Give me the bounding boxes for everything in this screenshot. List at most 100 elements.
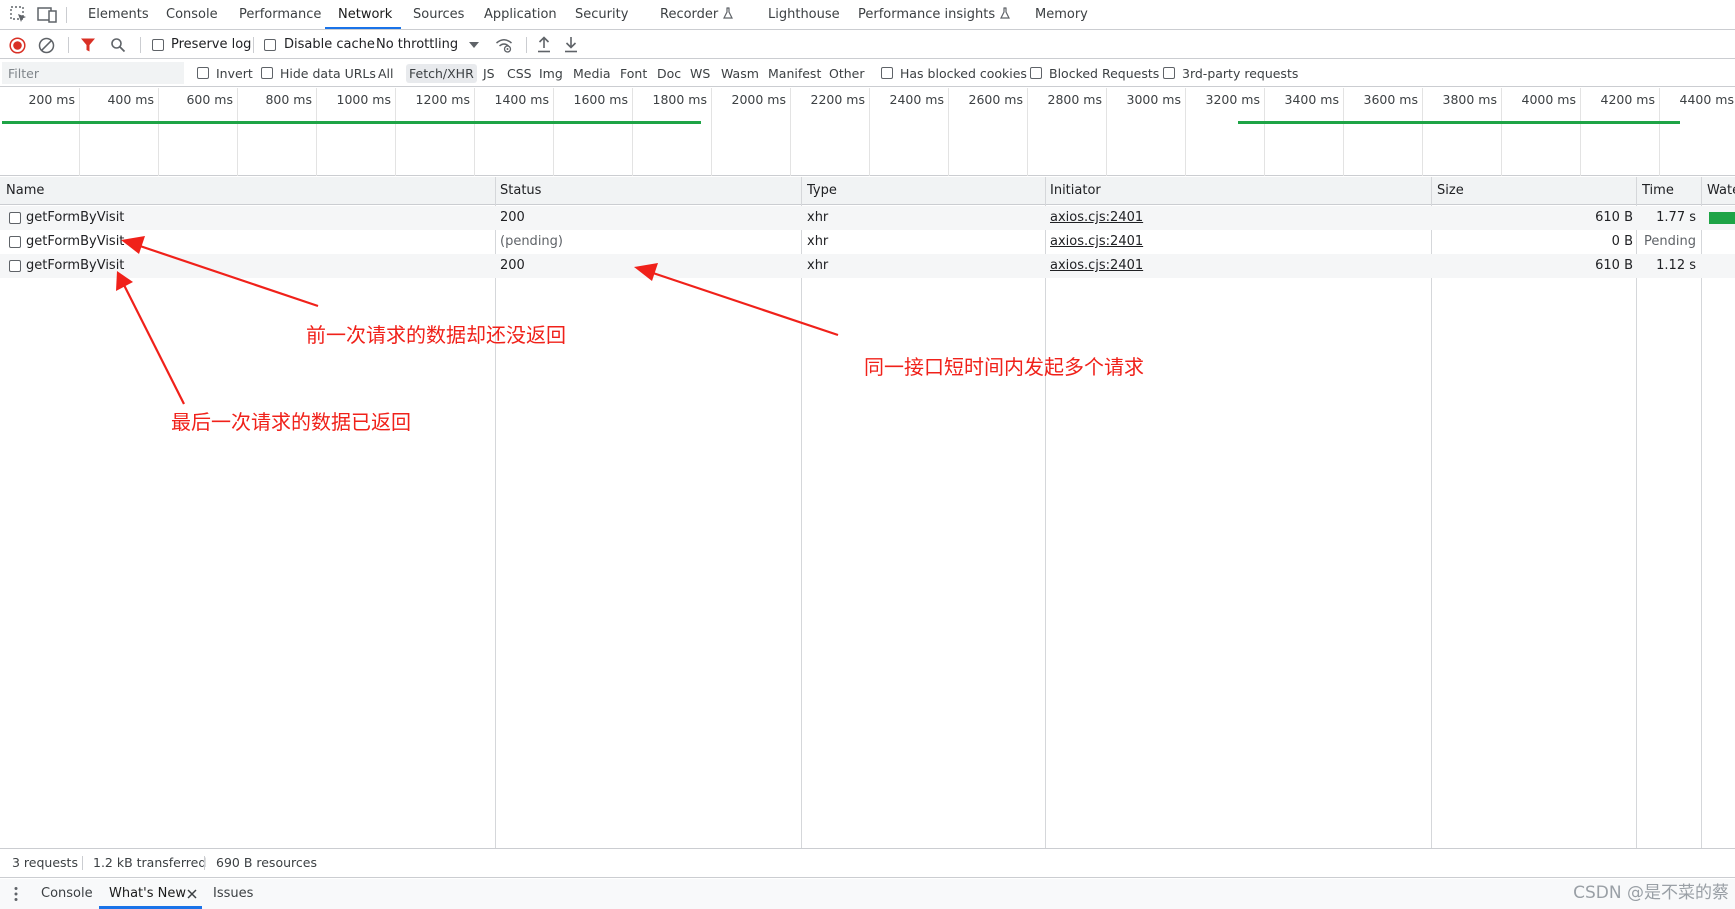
- column-header-name[interactable]: Name: [6, 177, 486, 205]
- row-checkbox[interactable]: [9, 236, 21, 248]
- filter-type-media[interactable]: Media: [570, 64, 614, 83]
- filter-type-all[interactable]: All: [375, 64, 397, 83]
- inspect-element-icon[interactable]: [8, 4, 30, 26]
- cell-size: 0 B: [1611, 234, 1633, 249]
- has-blocked-cookies-label: Has blocked cookies: [900, 66, 1027, 81]
- throttling-select[interactable]: No throttling: [376, 37, 458, 52]
- column-header-status[interactable]: Status: [500, 177, 790, 205]
- network-toolbar: Preserve log Disable cache No throttling: [0, 31, 1735, 59]
- column-header-size[interactable]: Size: [1437, 177, 1627, 205]
- more-options-icon[interactable]: [13, 886, 19, 902]
- network-conditions-icon[interactable]: [495, 36, 513, 54]
- cell-time: 1.77 s: [1656, 210, 1696, 225]
- cell-type: xhr: [807, 234, 829, 249]
- filter-type-wasm[interactable]: Wasm: [718, 64, 762, 83]
- tab-network[interactable]: Network: [338, 0, 392, 30]
- separator: [526, 37, 527, 53]
- cell-status: 200: [500, 258, 525, 273]
- timeline-overview[interactable]: 200 ms 400 ms 600 ms 800 ms 1000 ms 1200 ms 14…: [0, 88, 1735, 176]
- tab-sources[interactable]: Sources: [413, 0, 464, 30]
- table-row[interactable]: getFormByVisit (pending) xhr axios.cjs:2…: [0, 230, 1735, 254]
- timeline-tick-label: 4200 ms: [1600, 92, 1655, 107]
- timeline-tick-label: 400 ms: [107, 92, 154, 107]
- filter-type-ws[interactable]: WS: [687, 64, 713, 83]
- cell-name[interactable]: getFormByVisit: [26, 230, 486, 254]
- column-header-initiator[interactable]: Initiator: [1050, 177, 1420, 205]
- watermark: CSDN @是不菜的蔡: [1573, 883, 1729, 903]
- preserve-log-checkbox[interactable]: [152, 39, 164, 51]
- filter-icon[interactable]: [80, 37, 96, 53]
- tab-application[interactable]: Application: [484, 0, 557, 30]
- drawer-tab-whats-new[interactable]: What's New: [109, 879, 186, 909]
- tab-console[interactable]: Console: [166, 0, 218, 30]
- blocked-requests-label: Blocked Requests: [1049, 66, 1160, 81]
- timeline-tick-label: 1600 ms: [573, 92, 628, 107]
- timeline-tick-label: 1000 ms: [336, 92, 391, 107]
- device-toolbar-icon[interactable]: [36, 4, 58, 26]
- tab-performance-insights[interactable]: Performance insights: [858, 0, 1011, 30]
- column-header-type[interactable]: Type: [807, 177, 1037, 205]
- tab-lighthouse[interactable]: Lighthouse: [768, 0, 840, 30]
- blocked-requests-checkbox[interactable]: [1030, 67, 1042, 79]
- timeline-tick-label: 3400 ms: [1284, 92, 1339, 107]
- import-har-icon[interactable]: [536, 36, 552, 53]
- invert-checkbox[interactable]: [197, 67, 209, 79]
- timeline-tick-label: 2400 ms: [889, 92, 944, 107]
- cell-name[interactable]: getFormByVisit: [26, 206, 486, 230]
- tab-elements[interactable]: Elements: [88, 0, 149, 30]
- tab-security[interactable]: Security: [575, 0, 628, 30]
- filter-type-font[interactable]: Font: [617, 64, 650, 83]
- filter-input[interactable]: [2, 62, 184, 84]
- table-row[interactable]: getFormByVisit 200 xhr axios.cjs:2401 61…: [0, 206, 1735, 230]
- tab-recorder-label: Recorder: [660, 7, 719, 22]
- cell-initiator-link[interactable]: axios.cjs:2401: [1050, 254, 1420, 278]
- filter-type-other[interactable]: Other: [826, 64, 868, 83]
- cell-status: (pending): [500, 234, 563, 249]
- third-party-checkbox[interactable]: [1163, 67, 1175, 79]
- clear-icon[interactable]: [38, 37, 55, 54]
- requests-table: Name Status Type Initiator Size Time Wat…: [0, 177, 1735, 848]
- timeline-tick-label: 1400 ms: [494, 92, 549, 107]
- column-header-time[interactable]: Time: [1642, 177, 1697, 205]
- filter-type-fetch-xhr[interactable]: Fetch/XHR: [406, 64, 477, 83]
- cell-initiator-link[interactable]: axios.cjs:2401: [1050, 230, 1420, 254]
- cell-initiator-link[interactable]: axios.cjs:2401: [1050, 206, 1420, 230]
- table-row[interactable]: getFormByVisit 200 xhr axios.cjs:2401 61…: [0, 254, 1735, 278]
- timeline-tick-label: 1200 ms: [415, 92, 470, 107]
- filter-type-img[interactable]: Img: [536, 64, 566, 83]
- cell-type: xhr: [807, 210, 829, 225]
- transferred-size: 1.2 kB transferred: [93, 855, 207, 870]
- chevron-down-icon[interactable]: [469, 41, 479, 49]
- filter-row: Invert Hide data URLs All Fetch/XHR JS C…: [0, 60, 1735, 87]
- has-blocked-cookies-checkbox[interactable]: [881, 67, 893, 79]
- disable-cache-checkbox[interactable]: [264, 39, 276, 51]
- filter-type-js[interactable]: JS: [480, 64, 498, 83]
- filter-type-doc[interactable]: Doc: [654, 64, 684, 83]
- row-checkbox[interactable]: [9, 260, 21, 272]
- drawer-tab-console[interactable]: Console: [41, 879, 93, 909]
- separator: [140, 37, 141, 53]
- timeline-tick-label: 3800 ms: [1442, 92, 1497, 107]
- hide-data-urls-checkbox[interactable]: [261, 67, 273, 79]
- close-icon[interactable]: [187, 889, 197, 899]
- row-checkbox[interactable]: [9, 212, 21, 224]
- stop-recording-icon[interactable]: [9, 37, 26, 54]
- cell-name[interactable]: getFormByVisit: [26, 254, 486, 278]
- search-icon[interactable]: [110, 37, 126, 53]
- drawer-tab-issues[interactable]: Issues: [213, 879, 253, 909]
- tab-performance[interactable]: Performance: [239, 0, 321, 30]
- third-party-label: 3rd-party requests: [1182, 66, 1299, 81]
- cell-status: 200: [500, 210, 525, 225]
- timeline-tick-label: 2200 ms: [810, 92, 865, 107]
- tab-recorder[interactable]: Recorder: [660, 0, 734, 30]
- column-header-waterfall[interactable]: Wate: [1707, 177, 1735, 205]
- filter-type-manifest[interactable]: Manifest: [765, 64, 824, 83]
- timeline-tick-label: 2000 ms: [731, 92, 786, 107]
- flask-icon: [723, 7, 734, 19]
- timeline-tick-label: 1800 ms: [652, 92, 707, 107]
- filter-type-css[interactable]: CSS: [504, 64, 535, 83]
- cell-size: 610 B: [1595, 258, 1633, 273]
- tab-memory[interactable]: Memory: [1035, 0, 1088, 30]
- export-har-icon[interactable]: [563, 36, 579, 53]
- drawer-tab-bar: Console What's New Issues: [0, 879, 1735, 909]
